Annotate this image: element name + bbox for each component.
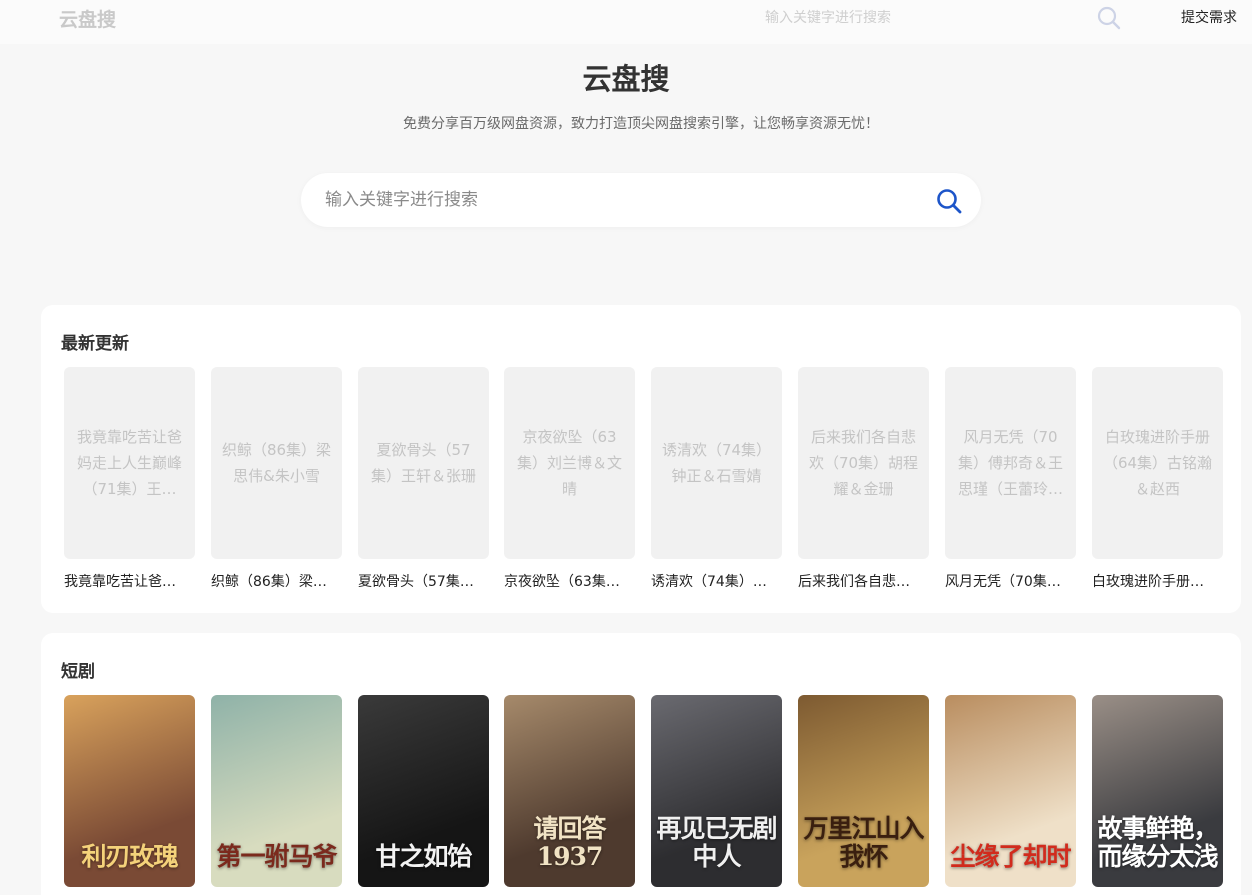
placeholder-title: 白玫瑰进阶手册（64集）古铭瀚＆赵西 xyxy=(1102,428,1213,498)
card-caption[interactable]: 风月无凭（70集… xyxy=(945,571,1076,591)
drama-poster[interactable]: 利刃玫瑰 xyxy=(64,695,195,887)
placeholder-title: 风月无凭（70集）傅邦奇＆王思瑾（王蕾玲… xyxy=(957,428,1063,498)
placeholder-title: 我竟靠吃苦让爸妈走上人生巅峰（71集）王… xyxy=(76,428,182,498)
latest-card[interactable]: 后来我们各自悲欢（70集）胡程耀＆金珊 后来我们各自悲… xyxy=(798,367,929,591)
poster-title-art: 甘之如饴 xyxy=(375,842,472,871)
card-caption[interactable]: 我竟靠吃苦让爸… xyxy=(64,571,195,591)
latest-card[interactable]: 京夜欲坠（63集）刘兰博＆文晴 京夜欲坠（63集… xyxy=(504,367,635,591)
latest-card[interactable]: 夏欲骨头（57集）王轩＆张珊 夏欲骨头（57集… xyxy=(358,367,489,591)
section-title: 短剧 xyxy=(61,662,95,682)
card-caption[interactable]: 诱清欢（74集）… xyxy=(651,571,782,591)
card-caption[interactable]: 京夜欲坠（63集… xyxy=(504,571,635,591)
search-icon[interactable] xyxy=(934,186,964,216)
placeholder-title: 诱清欢（74集）钟正＆石雪婧 xyxy=(661,441,772,485)
card-caption[interactable]: 夏欲骨头（57集… xyxy=(358,571,489,591)
latest-card[interactable]: 诱清欢（74集）钟正＆石雪婧 诱清欢（74集）… xyxy=(651,367,782,591)
section-title: 最新更新 xyxy=(61,334,129,354)
card-caption[interactable]: 白玫瑰进阶手册… xyxy=(1092,571,1223,591)
cover-placeholder: 我竟靠吃苦让爸妈走上人生巅峰（71集）王… xyxy=(64,367,195,559)
latest-updates-section: 最新更新 我竟靠吃苦让爸妈走上人生巅峰（71集）王… 我竟靠吃苦让爸… 织鲸（8… xyxy=(41,305,1241,613)
cover-placeholder: 京夜欲坠（63集）刘兰博＆文晴 xyxy=(504,367,635,559)
drama-poster[interactable]: 万里江山入我怀 xyxy=(798,695,929,887)
cover-placeholder: 风月无凭（70集）傅邦奇＆王思瑾（王蕾玲… xyxy=(945,367,1076,559)
top-search-box xyxy=(755,0,1135,36)
drama-poster[interactable]: 甘之如饴 xyxy=(358,695,489,887)
poster-title-art: 尘缘了却时 xyxy=(950,842,1071,871)
drama-poster[interactable]: 第一驸马爷 xyxy=(211,695,342,887)
cover-placeholder: 白玫瑰进阶手册（64集）古铭瀚＆赵西 xyxy=(1092,367,1223,559)
cover-placeholder: 后来我们各自悲欢（70集）胡程耀＆金珊 xyxy=(798,367,929,559)
latest-card[interactable]: 我竟靠吃苦让爸妈走上人生巅峰（71集）王… 我竟靠吃苦让爸… xyxy=(64,367,195,591)
drama-poster[interactable]: 尘缘了却时 xyxy=(945,695,1076,887)
latest-card[interactable]: 织鲸（86集）梁思伟&朱小雪 织鲸（86集）梁… xyxy=(211,367,342,591)
short-drama-section: 短剧 利刃玫瑰 第一驸马爷 甘之如饴 请回答1937 再见已无剧中人 万里江山入… xyxy=(41,633,1241,895)
main-search-box xyxy=(301,173,981,227)
placeholder-title: 织鲸（86集）梁思伟&朱小雪 xyxy=(221,441,332,485)
poster-title-art: 第一驸马爷 xyxy=(216,842,337,871)
placeholder-title: 后来我们各自悲欢（70集）胡程耀＆金珊 xyxy=(808,428,919,498)
placeholder-title: 京夜欲坠（63集）刘兰博＆文晴 xyxy=(516,428,622,498)
poster-title-art: 请回答1937 xyxy=(533,814,606,871)
card-caption[interactable]: 织鲸（86集）梁… xyxy=(211,571,342,591)
brand-logo[interactable]: 云盘搜 xyxy=(59,5,116,32)
latest-card[interactable]: 风月无凭（70集）傅邦奇＆王思瑾（王蕾玲… 风月无凭（70集… xyxy=(945,367,1076,591)
search-icon[interactable] xyxy=(1095,4,1123,32)
poster-title-art: 利刃玫瑰 xyxy=(81,842,178,871)
drama-poster[interactable]: 故事鲜艳，而缘分太浅 xyxy=(1092,695,1223,887)
top-search-input[interactable] xyxy=(755,3,1085,33)
card-caption[interactable]: 后来我们各自悲… xyxy=(798,571,929,591)
poster-title-art: 故事鲜艳，而缘分太浅 xyxy=(1097,814,1218,871)
cover-placeholder: 织鲸（86集）梁思伟&朱小雪 xyxy=(211,367,342,559)
poster-title-art: 万里江山入我怀 xyxy=(803,814,924,871)
drama-poster[interactable]: 请回答1937 xyxy=(504,695,635,887)
placeholder-title: 夏欲骨头（57集）王轩＆张珊 xyxy=(370,441,476,485)
cover-placeholder: 夏欲骨头（57集）王轩＆张珊 xyxy=(358,367,489,559)
poster-title-art: 再见已无剧中人 xyxy=(656,814,777,871)
submit-request-link[interactable]: 提交需求 xyxy=(1181,7,1237,27)
main-search-input[interactable] xyxy=(301,173,911,227)
top-nav: 云盘搜 提交需求 xyxy=(0,0,1252,44)
drama-poster[interactable]: 再见已无剧中人 xyxy=(651,695,782,887)
page-subtitle: 免费分享百万级网盘资源，致力打造顶尖网盘搜索引擎，让您畅享资源无忧！ xyxy=(403,116,879,132)
page-title: 云盘搜 xyxy=(582,62,670,96)
latest-card[interactable]: 白玫瑰进阶手册（64集）古铭瀚＆赵西 白玫瑰进阶手册… xyxy=(1092,367,1223,591)
cover-placeholder: 诱清欢（74集）钟正＆石雪婧 xyxy=(651,367,782,559)
